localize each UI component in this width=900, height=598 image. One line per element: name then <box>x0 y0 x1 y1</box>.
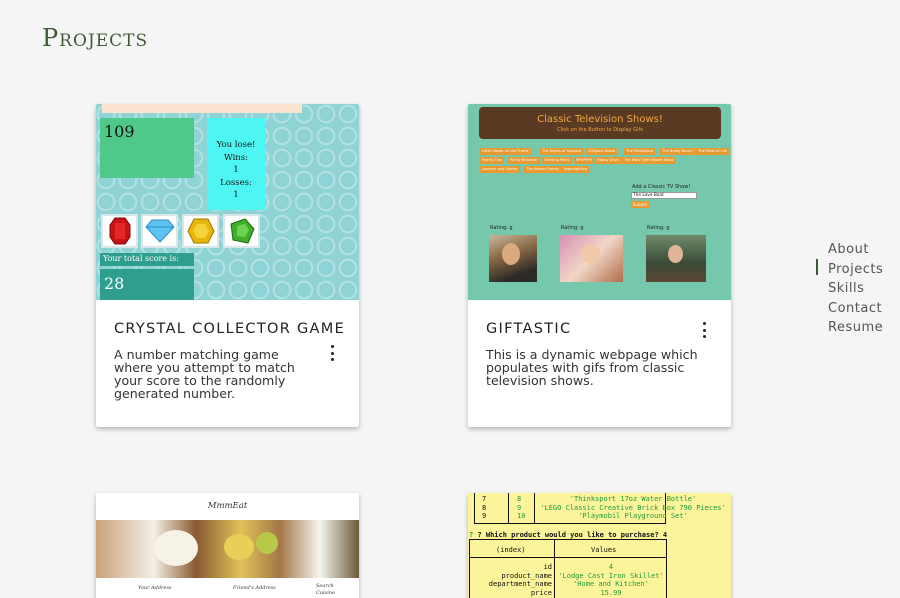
gif-image-1[interactable] <box>489 235 537 282</box>
tv-header: Classic Television Shows! Click on the B… <box>479 107 721 139</box>
ruby-crystal-button[interactable] <box>101 214 138 248</box>
terminal-cell: 8 <box>482 503 487 512</box>
search-cuisine-label: Search Cuisine <box>316 583 335 596</box>
field-key: price <box>530 588 552 597</box>
project-description: A number matching game where you attempt… <box>114 347 295 401</box>
field-value: 'Home and Kitchen' <box>573 580 649 588</box>
nav-active-indicator <box>816 259 818 275</box>
nav-skills[interactable]: Skills <box>828 279 883 299</box>
tv-show-button[interactable]: The Facts of Life <box>696 148 730 155</box>
submit-button[interactable]: Submit <box>631 201 649 208</box>
brand-logo: MmmEat <box>207 501 248 511</box>
more-options-icon[interactable] <box>327 345 337 361</box>
tv-show-button[interactable]: Happy Days <box>595 157 621 164</box>
page-title: Projects <box>42 24 149 52</box>
add-show-label: Add a Classic TV Show! <box>632 184 691 190</box>
add-show-input[interactable]: The Love Boat <box>631 192 697 199</box>
tv-show-button[interactable]: M*A*S*H <box>574 157 594 164</box>
field-value: 'Lodge Cast Iron Skillet' <box>558 571 664 580</box>
terminal-cell: 7 <box>482 495 487 503</box>
mmmeat-screenshot: MmmEat Your Address Friend's Address Sea… <box>96 493 359 598</box>
friend-address-label: Friend's Address <box>233 585 276 591</box>
terminal-cell: 9 <box>517 503 522 512</box>
nav-about[interactable]: About <box>828 240 883 260</box>
field-key: department_name <box>488 580 552 588</box>
gif-rating-3: Rating: g <box>647 225 670 231</box>
score-box: 28 <box>100 269 194 300</box>
tv-show-button[interactable]: Laverne and Shirley <box>480 166 520 173</box>
your-address-label: Your Address <box>138 585 172 591</box>
project-card-crystal[interactable]: 109 You lose! Wins: 1 Losses: 1 Your tot… <box>96 104 359 427</box>
field-value: 4 <box>608 563 614 571</box>
project-title: GIFTASTIC <box>486 321 572 337</box>
tv-show-button[interactable]: Gilligans Island <box>586 148 618 155</box>
tv-show-button[interactable]: The Dukes of Hazzard <box>540 148 584 155</box>
more-options-icon[interactable] <box>699 322 709 338</box>
gif-rating-2: Rating: g <box>561 225 584 231</box>
gif-image-2[interactable] <box>560 235 623 282</box>
target-number-box: 109 <box>100 118 194 178</box>
field-value: 15.99 <box>600 588 622 597</box>
tv-show-button[interactable]: The Mary Tyler Moore Show <box>622 157 676 164</box>
values-header: Values <box>591 546 617 554</box>
topaz-crystal-button[interactable] <box>182 214 219 248</box>
diamond-crystal-button[interactable] <box>141 214 178 248</box>
food-hero-image <box>96 520 359 578</box>
project-title: Crystal Collector Game <box>114 321 346 337</box>
nav-contact[interactable]: Contact <box>828 299 883 319</box>
terminal-screenshot: 7 8 'Thinksport 17oz Water Bottle' 8 9 'LEGO … <box>468 493 731 598</box>
project-card-giftastic[interactable]: Classic Television Shows! Click on the B… <box>468 104 731 427</box>
terminal-cell: 'Playmobil Playground Set' <box>578 512 688 520</box>
target-number: 109 <box>104 122 135 141</box>
crystal-screenshot: 109 You lose! Wins: 1 Losses: 1 Your tot… <box>96 104 359 300</box>
field-key: product_name <box>501 571 552 580</box>
side-nav: About Projects Skills Contact Resume <box>828 240 883 338</box>
gif-rating-1: Rating: g <box>490 225 513 231</box>
field-key: id <box>543 563 552 571</box>
terminal-cell: 'Thinksport 17oz Water Bottle' <box>569 495 697 503</box>
gif-image-3[interactable] <box>646 235 706 282</box>
tv-show-button[interactable]: Punky Brewster <box>508 157 540 164</box>
giftastic-screenshot: Classic Television Shows! Click on the B… <box>468 104 731 300</box>
tv-show-button[interactable]: The Brady Bunch <box>660 148 695 155</box>
terminal-cell: 9 <box>482 512 487 520</box>
terminal-cell: 10 <box>517 512 526 520</box>
project-description: This is a dynamic webpage which populate… <box>486 347 698 388</box>
terminal-cell: 'LEGO Classic Creative Brick Box 790 Pie… <box>540 503 726 512</box>
score-label-bar: Your total score is: <box>100 253 194 266</box>
project-card-mmmeat[interactable]: MmmEat Your Address Friend's Address Sea… <box>96 493 359 598</box>
project-card-bamazon[interactable]: 7 8 'Thinksport 17oz Water Bottle' 8 9 'LEGO … <box>468 493 731 598</box>
tv-show-button[interactable]: The Flintstones <box>624 148 656 155</box>
nav-projects[interactable]: Projects <box>828 260 883 280</box>
tv-show-button[interactable]: Moonlighting <box>562 166 590 173</box>
index-header: (index) <box>496 546 526 554</box>
terminal-cell: 8 <box>517 495 522 503</box>
tv-show-button[interactable]: Family Ties <box>480 157 504 164</box>
emerald-crystal-button[interactable] <box>223 214 260 248</box>
stats-box: You lose! Wins: 1 Losses: 1 <box>207 118 265 210</box>
tv-show-button[interactable]: Little House on the Prairie <box>480 148 531 155</box>
nav-resume[interactable]: Resume <box>828 318 883 338</box>
tv-show-button[interactable]: Growing Pains <box>542 157 572 164</box>
tv-show-button[interactable]: The Adams Family <box>524 166 561 173</box>
